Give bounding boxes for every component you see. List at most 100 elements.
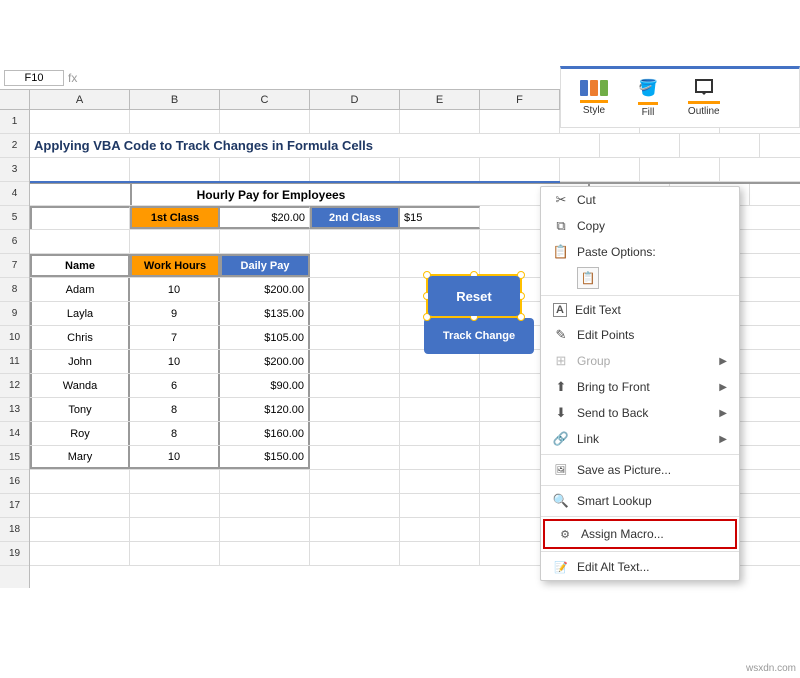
ctx-copy[interactable]: ⧉ Copy — [541, 213, 739, 239]
paste-option-btn[interactable]: 📋 — [577, 267, 599, 289]
cell-f5-value[interactable]: $15 — [400, 206, 480, 229]
name-box[interactable] — [4, 70, 64, 86]
cell-d15[interactable]: $150.00 — [220, 446, 310, 469]
cell-c12[interactable]: 6 — [130, 374, 220, 397]
ctx-edit-points[interactable]: ✎ Edit Points — [541, 322, 739, 348]
ctx-edit-text[interactable]: A Edit Text — [541, 298, 739, 322]
cell-i3[interactable] — [640, 158, 720, 181]
style-button[interactable]: Style — [573, 75, 615, 121]
cell-b2-title[interactable]: Applying VBA Code to Track Changes in Fo… — [30, 134, 510, 157]
row-header-8[interactable]: 8 — [0, 278, 29, 302]
cell-f1[interactable] — [400, 110, 480, 133]
row-header-3[interactable]: 3 — [0, 158, 29, 182]
ctx-bring-to-front[interactable]: ⬆ Bring to Front ▶ — [541, 374, 739, 400]
row-header-5[interactable]: 5 — [0, 206, 29, 230]
fill-button[interactable]: 🪣 Fill — [631, 73, 665, 123]
col-header-b[interactable]: B — [130, 90, 220, 109]
cell-e10[interactable] — [310, 326, 400, 349]
cell-b13[interactable]: Tony — [30, 398, 130, 421]
cell-c19[interactable] — [130, 542, 220, 565]
cell-e8[interactable] — [310, 278, 400, 301]
cell-c5-1stclass[interactable]: 1st Class — [130, 206, 220, 229]
ctx-save-as-picture[interactable]: 🖼 Save as Picture... — [541, 457, 739, 483]
ctx-assign-macro[interactable]: ⚙ Assign Macro... — [543, 519, 737, 549]
cell-h3[interactable] — [560, 158, 640, 181]
cell-d19[interactable] — [220, 542, 310, 565]
cell-f13[interactable] — [400, 398, 480, 421]
cell-h2[interactable] — [760, 134, 800, 157]
cell-c16[interactable] — [130, 470, 220, 493]
cell-e9[interactable] — [310, 302, 400, 325]
ctx-edit-alt-text[interactable]: 📝 Edit Alt Text... — [541, 554, 739, 580]
col-header-c[interactable]: C — [220, 90, 310, 109]
reset-button[interactable]: Reset — [428, 276, 520, 316]
cell-c4-header[interactable]: Hourly Pay for Employees — [130, 184, 410, 205]
cell-d10[interactable]: $105.00 — [220, 326, 310, 349]
track-change-button[interactable]: Track Change — [424, 318, 534, 354]
ctx-cut[interactable]: ✂ Cut — [541, 187, 739, 213]
col-header-a[interactable]: A — [30, 90, 130, 109]
row-header-14[interactable]: 14 — [0, 422, 29, 446]
row-header-12[interactable]: 12 — [0, 374, 29, 398]
cell-b7-name[interactable]: Name — [30, 254, 130, 277]
ctx-send-to-back[interactable]: ⬇ Send to Back ▶ — [541, 400, 739, 426]
cell-e2[interactable] — [510, 134, 600, 157]
cell-d13[interactable]: $120.00 — [220, 398, 310, 421]
cell-e6[interactable] — [310, 230, 400, 253]
ctx-group[interactable]: ⊞ Group ▶ — [541, 348, 739, 374]
cell-f19[interactable] — [400, 542, 480, 565]
cell-e12[interactable] — [310, 374, 400, 397]
cell-e17[interactable] — [310, 494, 400, 517]
cell-b1[interactable] — [30, 110, 130, 133]
cell-c9[interactable]: 9 — [130, 302, 220, 325]
cell-d18[interactable] — [220, 518, 310, 541]
cell-d3[interactable] — [220, 158, 310, 181]
cell-c7-workhours[interactable]: Work Hours — [130, 254, 220, 277]
row-header-9[interactable]: 9 — [0, 302, 29, 326]
cell-f16[interactable] — [400, 470, 480, 493]
cell-c10[interactable]: 7 — [130, 326, 220, 349]
cell-e1[interactable] — [310, 110, 400, 133]
cell-b12[interactable]: Wanda — [30, 374, 130, 397]
cell-c11[interactable]: 10 — [130, 350, 220, 373]
cell-c8[interactable]: 10 — [130, 278, 220, 301]
cell-c15[interactable]: 10 — [130, 446, 220, 469]
cell-c17[interactable] — [130, 494, 220, 517]
cell-c6[interactable] — [130, 230, 220, 253]
cell-g2[interactable] — [680, 134, 760, 157]
cell-b11[interactable]: John — [30, 350, 130, 373]
col-header-d[interactable]: D — [310, 90, 400, 109]
cell-d7-dailypay[interactable]: Daily Pay — [220, 254, 310, 277]
col-header-e[interactable]: E — [400, 90, 480, 109]
row-header-7[interactable]: 7 — [0, 254, 29, 278]
col-header-f[interactable]: F — [480, 90, 560, 109]
row-header-16[interactable]: 16 — [0, 470, 29, 494]
cell-f12[interactable] — [400, 374, 480, 397]
row-header-13[interactable]: 13 — [0, 398, 29, 422]
cell-e14[interactable] — [310, 422, 400, 445]
row-header-18[interactable]: 18 — [0, 518, 29, 542]
cell-d5-value[interactable]: $20.00 — [220, 206, 310, 229]
ctx-smart-lookup[interactable]: 🔍 Smart Lookup — [541, 488, 739, 514]
cell-c3[interactable] — [130, 158, 220, 181]
cell-e5-2ndclass[interactable]: 2nd Class — [310, 206, 400, 229]
row-header-17[interactable]: 17 — [0, 494, 29, 518]
cell-h4[interactable] — [750, 184, 800, 205]
cell-e11[interactable] — [310, 350, 400, 373]
cell-d14[interactable]: $160.00 — [220, 422, 310, 445]
cell-b3[interactable] — [30, 158, 130, 181]
cell-d17[interactable] — [220, 494, 310, 517]
row-header-2[interactable]: 2 — [0, 134, 29, 158]
cell-e19[interactable] — [310, 542, 400, 565]
cell-d1[interactable] — [220, 110, 310, 133]
cell-b4[interactable] — [30, 184, 130, 205]
cell-e13[interactable] — [310, 398, 400, 421]
row-header-1[interactable]: 1 — [0, 110, 29, 134]
row-header-4[interactable]: 4 — [0, 182, 29, 206]
cell-c14[interactable]: 8 — [130, 422, 220, 445]
row-header-10[interactable]: 10 — [0, 326, 29, 350]
row-header-15[interactable]: 15 — [0, 446, 29, 470]
cell-d16[interactable] — [220, 470, 310, 493]
cell-f18[interactable] — [400, 518, 480, 541]
cell-f3[interactable] — [400, 158, 480, 181]
